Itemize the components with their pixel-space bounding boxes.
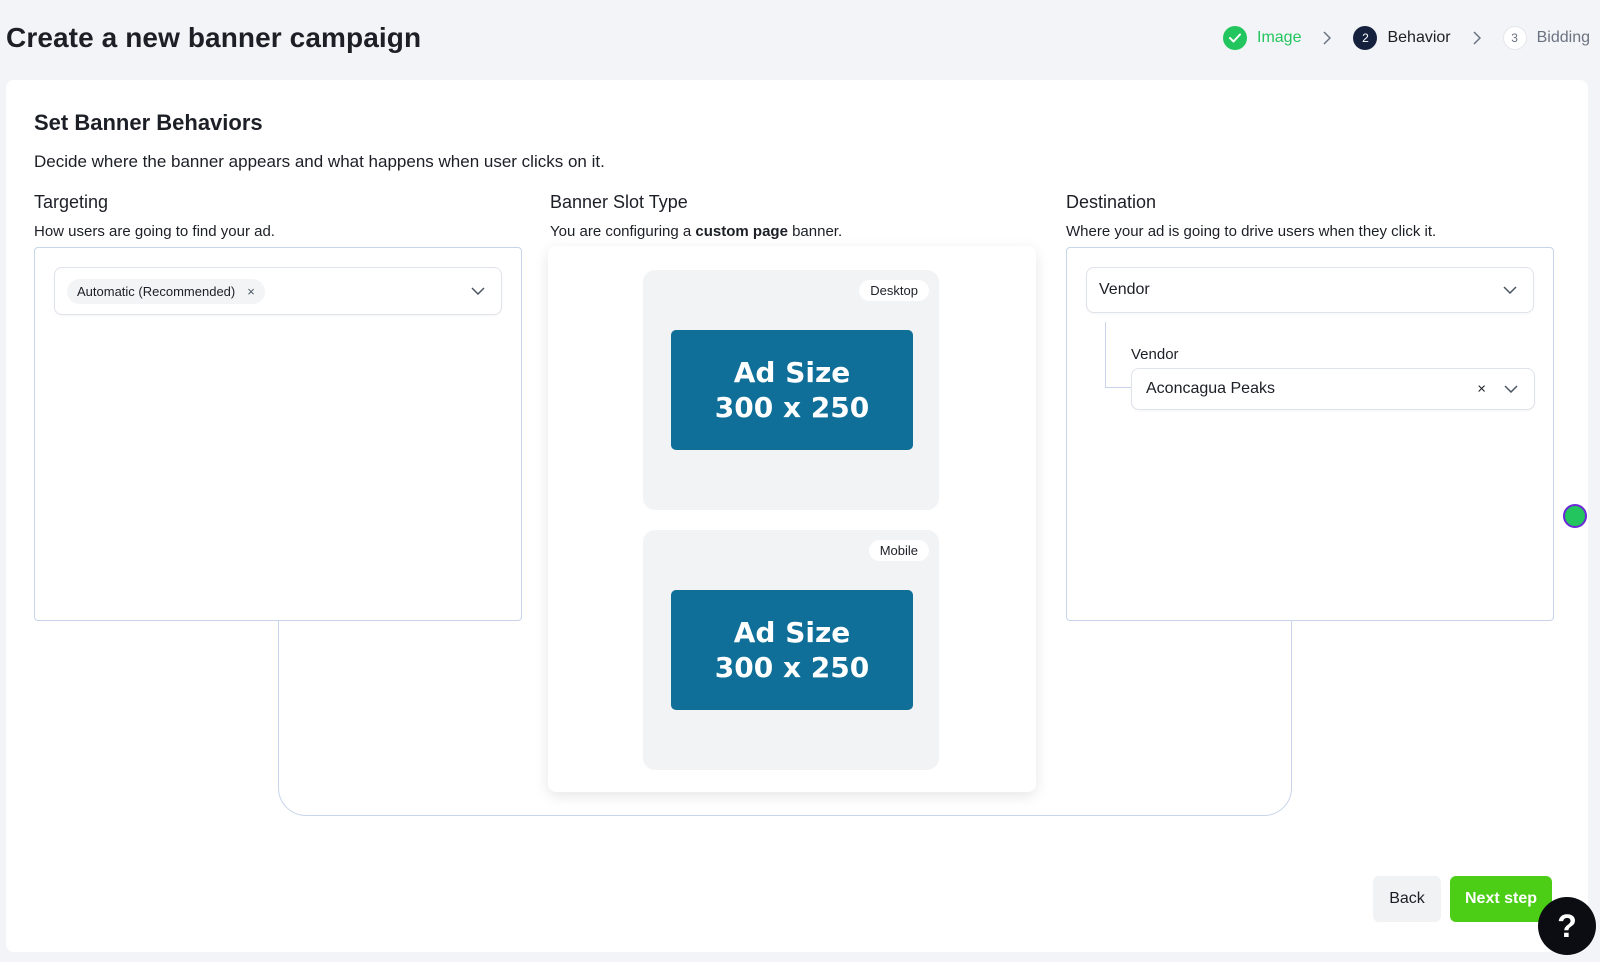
page-title: Create a new banner campaign: [6, 22, 422, 53]
destination-type-select[interactable]: Vendor: [1086, 267, 1534, 313]
section-title: Set Banner Behaviors: [34, 110, 263, 135]
section-description: Decide where the banner appears and what…: [34, 152, 605, 171]
vendor-label: Vendor: [1131, 346, 1179, 363]
chevron-right-icon: [1323, 31, 1332, 45]
vendor-select[interactable]: Aconcagua Peaks ×: [1131, 368, 1535, 410]
step-image[interactable]: Image: [1223, 26, 1301, 50]
slot-type-title: Banner Slot Type: [550, 192, 688, 212]
help-icon[interactable]: ?: [1538, 897, 1596, 955]
ad-size-dimensions: 300 x 250: [714, 391, 870, 424]
slot-preview-card: Desktop Ad Size 300 x 250 Mobile Ad Size…: [548, 246, 1036, 792]
targeting-select[interactable]: Automatic (Recommended) ×: [54, 267, 502, 315]
step-bidding-number: 3: [1502, 26, 1527, 50]
targeting-subtitle: How users are going to find your ad.: [34, 223, 275, 240]
targeting-chip: Automatic (Recommended) ×: [67, 278, 265, 304]
destination-panel: Vendor Vendor Aconcagua Peaks ×: [1066, 247, 1554, 621]
desktop-ad-placeholder: Ad Size 300 x 250: [671, 330, 913, 450]
back-button[interactable]: Back: [1373, 876, 1441, 922]
targeting-chip-label: Automatic (Recommended): [77, 283, 236, 299]
mobile-ad-placeholder: Ad Size 300 x 250: [671, 590, 913, 710]
destination-type-value: Vendor: [1099, 281, 1150, 298]
targeting-panel: Automatic (Recommended) ×: [34, 247, 522, 621]
destination-subtitle: Where your ad is going to drive users wh…: [1066, 223, 1437, 240]
chevron-down-icon[interactable]: [1504, 385, 1518, 393]
targeting-title: Targeting: [34, 192, 109, 212]
mobile-tag: Mobile: [868, 540, 929, 561]
step-bidding[interactable]: 3 Bidding: [1502, 26, 1590, 50]
status-dot[interactable]: [1563, 504, 1587, 528]
remove-chip-icon[interactable]: ×: [247, 284, 255, 299]
top-bar: Create a new banner campaign Image 2 Beh…: [0, 0, 1600, 80]
ad-size-label: Ad Size: [733, 356, 851, 389]
chevron-right-icon: [1473, 31, 1481, 45]
slot-subtitle-bold: custom page: [695, 223, 788, 240]
step-behavior-label: Behavior: [1387, 29, 1451, 46]
mobile-preview: Mobile Ad Size 300 x 250: [643, 530, 939, 770]
desktop-preview: Desktop Ad Size 300 x 250: [643, 270, 939, 510]
chevron-down-icon[interactable]: [471, 287, 485, 295]
check-icon: [1223, 26, 1247, 50]
step-bidding-label: Bidding: [1536, 29, 1590, 46]
tree-connector: [1105, 322, 1131, 388]
destination-title: Destination: [1066, 192, 1157, 212]
slot-subtitle-suffix: banner.: [792, 223, 843, 240]
clear-icon[interactable]: ×: [1477, 381, 1486, 398]
stepper: Image 2 Behavior 3 Bidding: [1223, 26, 1590, 50]
ad-size-dimensions: 300 x 250: [714, 651, 870, 684]
slot-subtitle-prefix: You are configuring a: [550, 223, 692, 240]
ad-size-label: Ad Size: [733, 616, 851, 649]
step-behavior-number: 2: [1353, 26, 1378, 50]
slot-type-subtitle: You are configuring a custom page banner…: [550, 223, 842, 240]
desktop-tag: Desktop: [859, 280, 929, 301]
step-image-label: Image: [1257, 29, 1302, 46]
vendor-value: Aconcagua Peaks: [1146, 380, 1275, 397]
next-step-button[interactable]: Next step: [1450, 876, 1552, 922]
chevron-down-icon[interactable]: [1503, 286, 1517, 294]
step-behavior[interactable]: 2 Behavior: [1353, 26, 1451, 50]
